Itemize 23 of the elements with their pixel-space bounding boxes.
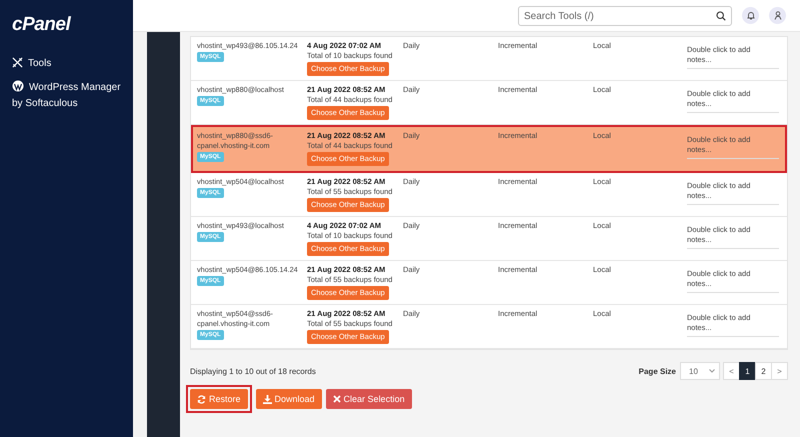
sidebar-item[interactable]: WordPress Manager by Softaculous	[12, 80, 121, 112]
refresh-icon	[197, 394, 206, 404]
chevron-icon	[709, 369, 715, 373]
clear-button[interactable]: Clear Selection	[326, 389, 412, 409]
records-summary: Displaying 1 to 10 out of 18 records	[190, 366, 316, 376]
wordpress-icon	[12, 80, 24, 92]
tools-icon	[12, 57, 23, 68]
page-size-select[interactable]: 10	[680, 362, 720, 380]
cpanel-logo[interactable]: cPanel	[12, 14, 70, 36]
notifications-button[interactable]	[742, 7, 759, 24]
sidebar-item[interactable]: Tools	[12, 56, 121, 72]
search-icon	[716, 10, 726, 20]
page-button[interactable]: 2	[755, 362, 772, 380]
next-page-button[interactable]: >	[771, 362, 788, 380]
search-field[interactable]: Search Tools (/)	[518, 6, 732, 26]
bell-icon	[746, 11, 754, 20]
page-button[interactable]: 1	[739, 362, 756, 380]
page-size-label: Page Size	[638, 366, 676, 376]
user-button[interactable]	[769, 7, 786, 24]
download-icon	[262, 394, 272, 404]
previous-page-button[interactable]: <	[723, 362, 740, 380]
close-icon	[332, 395, 341, 403]
user-icon	[774, 11, 782, 20]
